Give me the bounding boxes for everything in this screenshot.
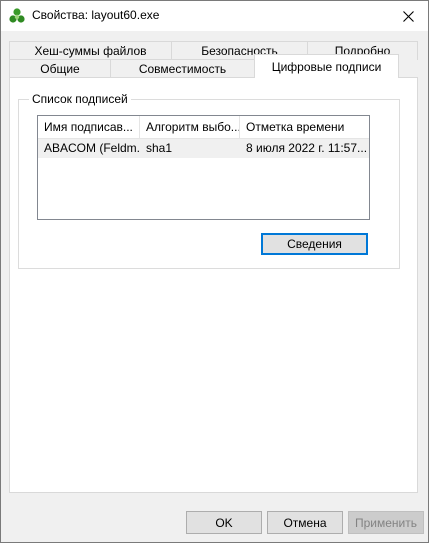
signature-list-label: Список подписей [29, 92, 131, 106]
dialog-client-area: Хеш-суммы файлов Безопасность Подробно О… [1, 31, 428, 542]
cell-algorithm: sha1 [146, 141, 173, 155]
tab-general[interactable]: Общие [9, 59, 111, 78]
tab-compatibility[interactable]: Совместимость [110, 59, 255, 78]
column-header-signer[interactable]: Имя подписав... [38, 116, 139, 138]
window-title: Свойства: layout60.exe [32, 8, 160, 22]
app-icon [9, 8, 25, 23]
tab-hashes[interactable]: Хеш-суммы файлов [9, 41, 172, 60]
cell-signer: ABACOM (Feldm... [44, 141, 139, 155]
properties-window: Свойства: layout60.exe Хеш-суммы файлов … [0, 0, 429, 543]
cancel-button[interactable]: Отмена [267, 511, 343, 534]
title-bar[interactable]: Свойства: layout60.exe [1, 1, 428, 31]
table-row[interactable]: ABACOM (Feldm... sha1 8 июля 2022 г. 11:… [38, 139, 369, 158]
column-header-timestamp[interactable]: Отметка времени [240, 116, 369, 138]
apply-button: Применить [348, 511, 424, 534]
details-button[interactable]: Сведения [261, 233, 368, 255]
column-header-algorithm[interactable]: Алгоритм выбо... [140, 116, 239, 138]
list-header: Имя подписав... Алгоритм выбо... Отметка… [38, 116, 369, 139]
signature-list[interactable]: Имя подписав... Алгоритм выбо... Отметка… [37, 115, 370, 220]
close-icon [402, 10, 414, 22]
close-button[interactable] [388, 1, 428, 31]
ok-button[interactable]: OK [186, 511, 262, 534]
tab-digital-signatures[interactable]: Цифровые подписи [254, 54, 399, 78]
cell-timestamp: 8 июля 2022 г. 11:57... [246, 141, 368, 155]
active-tab-join [255, 76, 398, 79]
